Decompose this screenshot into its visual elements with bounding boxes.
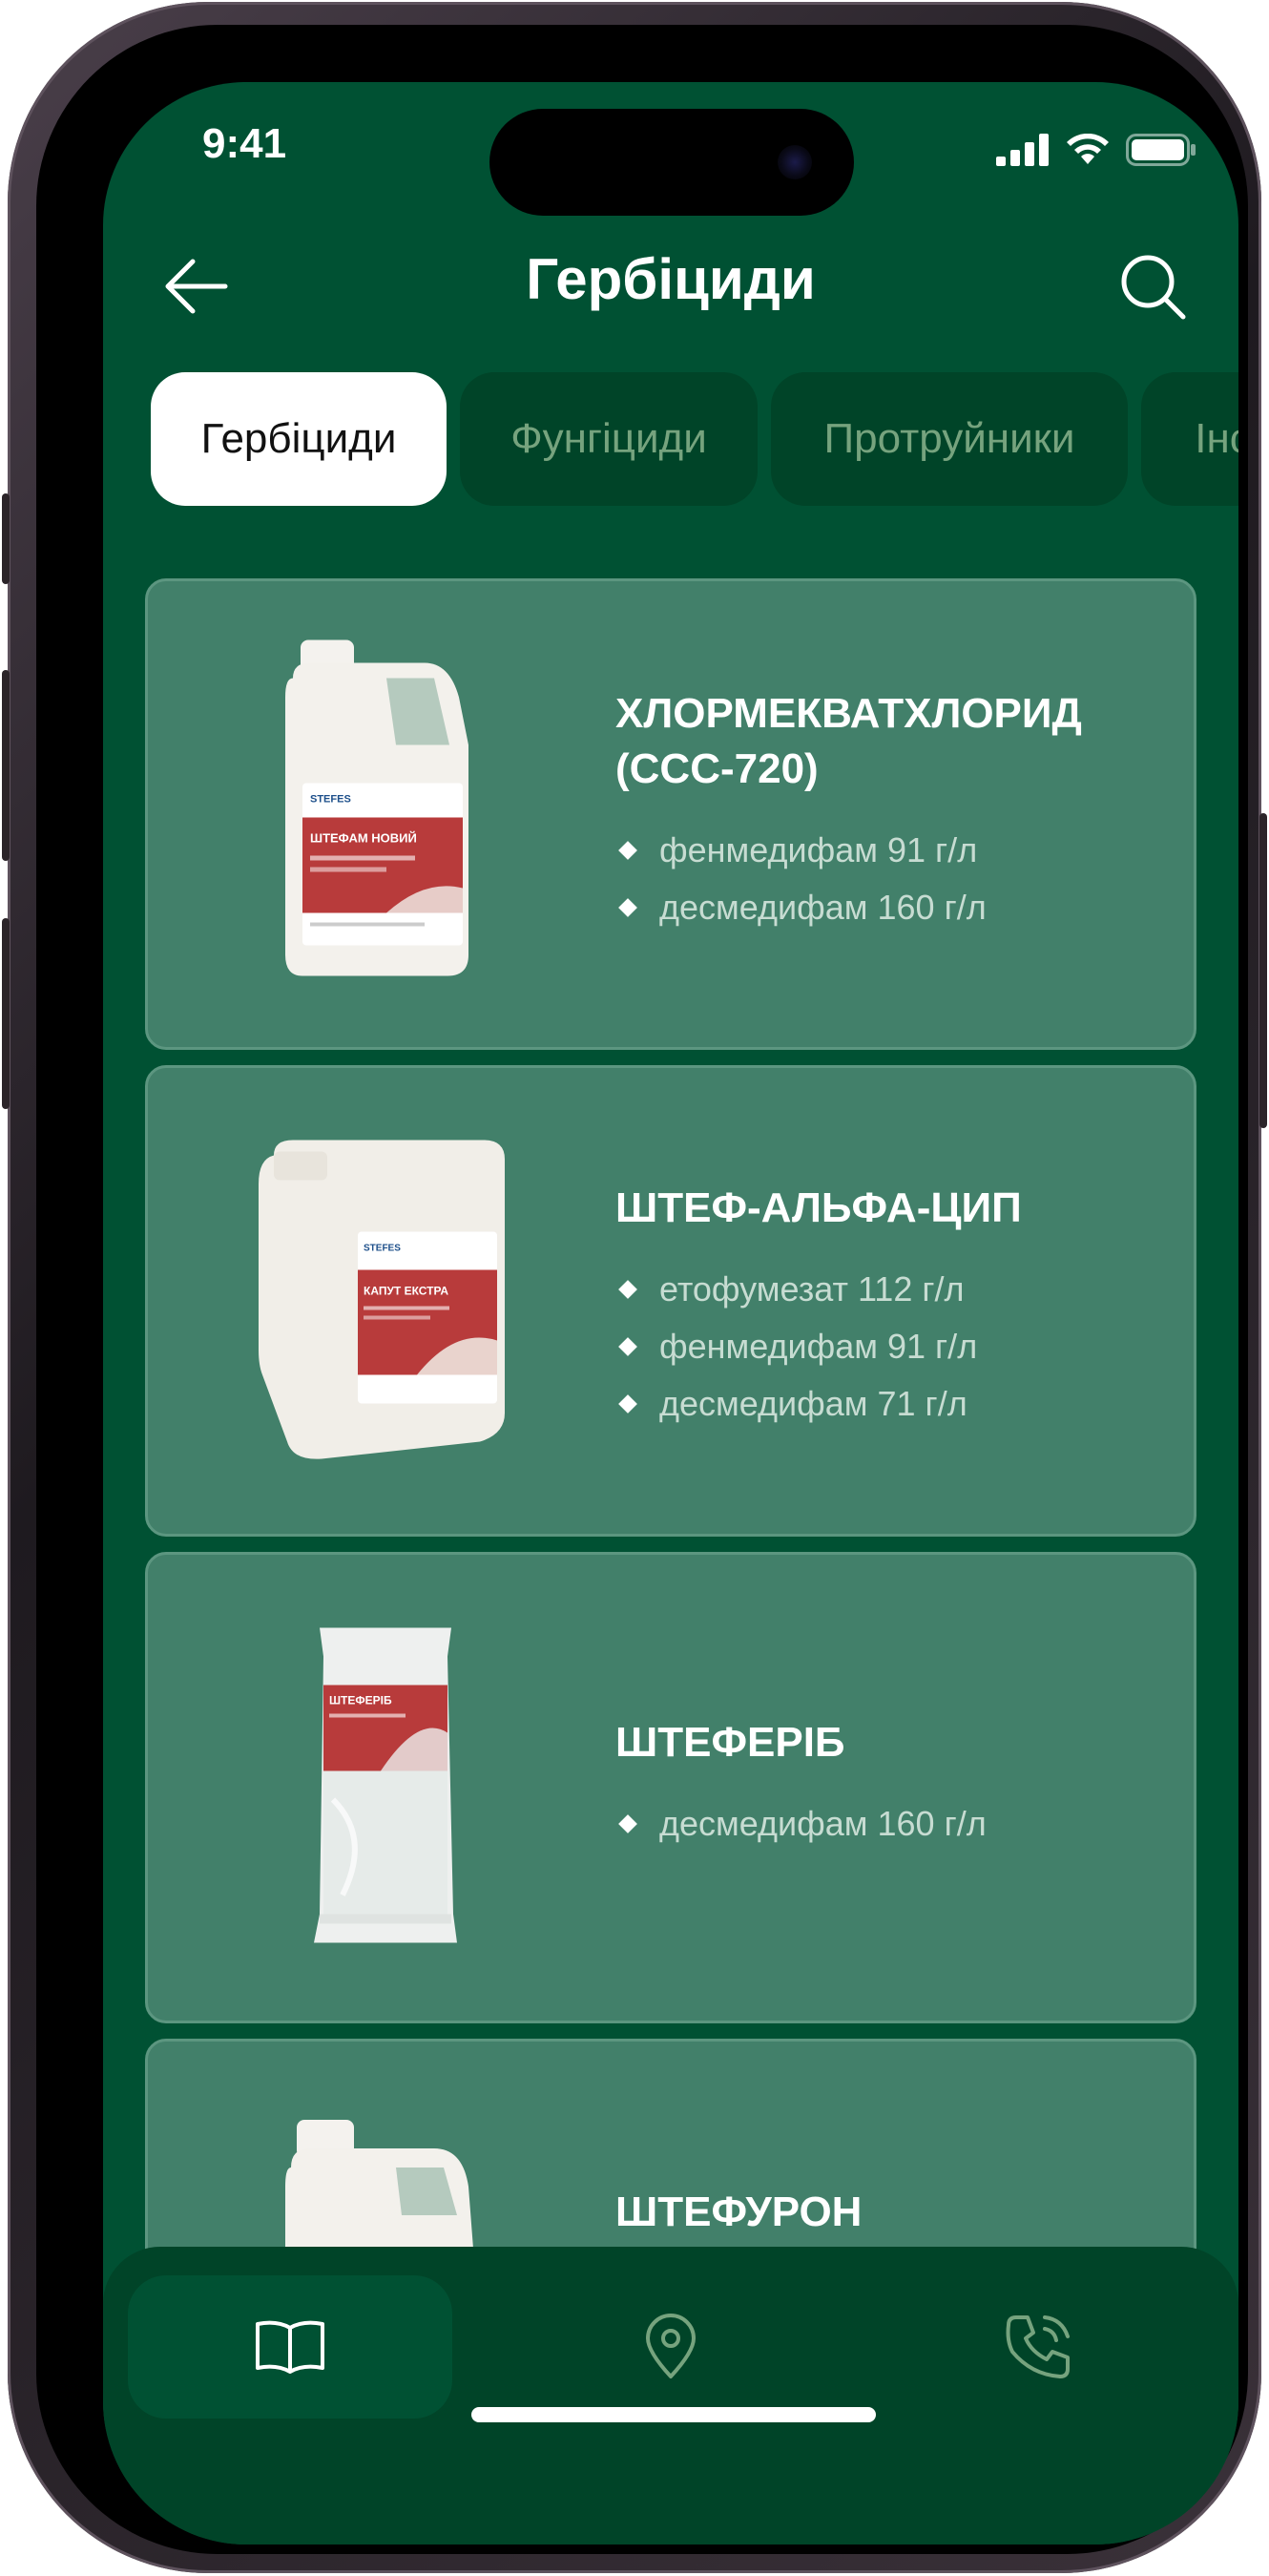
product-info: ШТЕФУРОН: [615, 2185, 1155, 2240]
diamond-bullet-icon: [618, 1337, 637, 1356]
ingredient-item: етофумезат 112 г/л: [615, 1261, 1155, 1318]
location-pin-icon: [646, 2314, 696, 2378]
home-indicator[interactable]: [471, 2407, 876, 2422]
tab-fungicides[interactable]: Фунгіциди: [460, 372, 758, 506]
battery-icon: [1126, 134, 1196, 166]
diamond-bullet-icon: [618, 841, 637, 860]
book-icon: [256, 2320, 324, 2374]
tab-seed-treatments[interactable]: Протруйники: [771, 372, 1128, 506]
status-bar: 9:41: [103, 82, 1238, 216]
product-image-canister: STEFES ШТЕФАМ НОВИЙ: [281, 639, 472, 989]
diamond-bullet-icon: [618, 898, 637, 917]
status-icons: [996, 134, 1196, 166]
status-time: 9:41: [202, 120, 287, 167]
nav-locations[interactable]: [509, 2275, 833, 2419]
ingredient-list: фенмедифам 91 г/л десмедифам 160 г/л: [615, 822, 1155, 936]
product-card[interactable]: STEFES ШТЕФАМ НОВИЙ ХЛОРМЕКВАТХЛОРИД (СС…: [145, 578, 1196, 1050]
app-header: Гербіциди: [103, 225, 1238, 349]
volume-down-button: [2, 918, 10, 1109]
product-list: STEFES ШТЕФАМ НОВИЙ ХЛОРМЕКВАТХЛОРИД (СС…: [145, 578, 1196, 2525]
ingredient-list: етофумезат 112 г/л фенмедифам 91 г/л дес…: [615, 1261, 1155, 1433]
tab-herbicides[interactable]: Гербіциди: [151, 372, 447, 506]
nav-contacts[interactable]: [876, 2275, 1200, 2419]
nav-catalog[interactable]: [128, 2275, 452, 2419]
label-product-name: КАПУТ ЕКСТРА: [364, 1285, 448, 1298]
diamond-bullet-icon: [618, 1394, 637, 1414]
cellular-signal-icon: [996, 134, 1049, 166]
product-info: ХЛОРМЕКВАТХЛОРИД (ССС-720) фенмедифам 91…: [615, 686, 1155, 936]
tab-insecticides[interactable]: Інсектициди: [1141, 372, 1238, 506]
label-brand: STEFES: [364, 1244, 401, 1254]
ingredient-item: десмедифам 71 г/л: [615, 1375, 1155, 1433]
power-button: [1259, 813, 1267, 1128]
search-icon: [1121, 255, 1186, 320]
search-button[interactable]: [1114, 248, 1191, 325]
ingredient-item: десмедифам 160 г/л: [615, 879, 1155, 936]
product-name: ХЛОРМЕКВАТХЛОРИД (ССС-720): [615, 690, 1082, 792]
bottom-tab-bar: [103, 2247, 1238, 2545]
label-brand: STEFES: [310, 794, 351, 806]
dynamic-island: [489, 109, 854, 216]
label-product-name: ШТЕФЕРІБ: [329, 1694, 392, 1707]
category-tabs: Гербіциди Фунгіциди Протруйники Інсектиц…: [151, 372, 1238, 506]
ingredient-item: фенмедифам 91 г/л: [615, 1318, 1155, 1375]
product-image-pouch: ШТЕФЕРІБ: [314, 1627, 457, 1948]
label-product-name: ШТЕФАМ НОВИЙ: [310, 831, 417, 846]
screen-bezel: 9:41 Гербіциди Гербіциди Фунгіциди Протр…: [36, 25, 1248, 2554]
diamond-bullet-icon: [618, 1280, 637, 1299]
product-name: ШТЕФУРОН: [615, 2189, 863, 2235]
product-card[interactable]: STEFES КАПУТ ЕКСТРА ШТЕФ-АЛЬФА-ЦИП етофу…: [145, 1065, 1196, 1537]
product-image-canister-large: STEFES КАПУТ ЕКСТРА: [255, 1137, 512, 1466]
action-button: [2, 493, 10, 584]
product-card[interactable]: ШТЕФЕРІБ ШТЕФЕРІБ десмедифам 160 г/л: [145, 1552, 1196, 2023]
ingredient-list: десмедифам 160 г/л: [615, 1795, 1155, 1853]
product-info: ШТЕФ-АЛЬФА-ЦИП етофумезат 112 г/л фенмед…: [615, 1181, 1155, 1433]
wifi-icon: [1067, 134, 1109, 164]
ingredient-item: фенмедифам 91 г/л: [615, 822, 1155, 879]
page-title: Гербіциди: [526, 247, 816, 311]
volume-up-button: [2, 670, 10, 861]
phone-call-icon: [1006, 2315, 1070, 2378]
product-info: ШТЕФЕРІБ десмедифам 160 г/л: [615, 1715, 1155, 1853]
phone-frame: 9:41 Гербіциди Гербіциди Фунгіциди Протр…: [2, 2, 1267, 2573]
product-name: ШТЕФЕРІБ: [615, 1719, 845, 1766]
diamond-bullet-icon: [618, 1814, 637, 1833]
front-camera: [778, 145, 812, 179]
ingredient-item: десмедифам 160 г/л: [615, 1795, 1155, 1853]
app-screen: 9:41 Гербіциди Гербіциди Фунгіциди Протр…: [103, 82, 1238, 2545]
product-name: ШТЕФ-АЛЬФА-ЦИП: [615, 1184, 1022, 1231]
